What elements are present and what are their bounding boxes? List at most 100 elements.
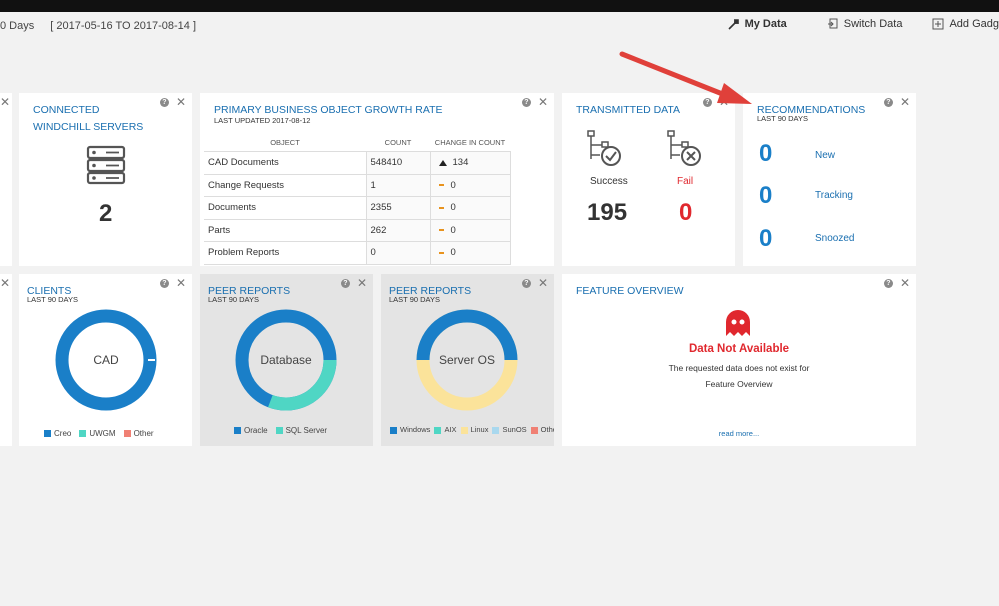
legend-item: Other: [123, 429, 154, 438]
legend-item: Linux: [460, 425, 488, 434]
close-icon[interactable]: ✕: [538, 277, 548, 289]
tracking-count: 0: [759, 182, 773, 209]
card-title: FEATURE OVERVIEW: [576, 285, 684, 297]
fail-icon: [667, 130, 701, 166]
partial-card-left-bottom: ✕: [0, 274, 12, 446]
read-more-link[interactable]: read more...: [562, 429, 916, 438]
close-icon[interactable]: ✕: [357, 277, 367, 289]
fail-label: Fail: [677, 176, 694, 187]
card-subtitle: LAST 90 DAYS: [27, 295, 78, 304]
switch-icon: [827, 18, 838, 29]
growth-table: OBJECT COUNT CHANGE IN COUNT CAD Documen…: [204, 133, 511, 265]
success-count: 195: [587, 199, 628, 226]
transmitted-data-card: TRANSMITTED DATA ? ✕ Success 195 Fail 0: [562, 93, 735, 266]
connected-servers-card: CONNECTED WINDCHILL SERVERS ? ✕ 2: [19, 93, 192, 266]
add-gadget-icon: [932, 18, 944, 30]
success-icon: [587, 130, 621, 166]
add-gadget-button[interactable]: Add Gadg: [932, 16, 999, 32]
help-icon[interactable]: ?: [159, 97, 169, 107]
trend-flat-icon: [438, 206, 444, 209]
table-row: CAD Documents 548410 134: [204, 151, 511, 175]
peer-database-card: PEER REPORTS LAST 90 DAYS ? ✕ Database Or…: [200, 274, 373, 446]
object-cell: Documents: [204, 196, 367, 220]
count-cell: 262: [365, 218, 431, 242]
help-icon[interactable]: ?: [340, 278, 350, 288]
help-icon[interactable]: ?: [702, 97, 712, 107]
count-cell: 1: [365, 173, 431, 197]
tracking-link[interactable]: Tracking: [815, 190, 853, 201]
wrench-icon: [727, 19, 739, 30]
card-title: CONNECTED WINDCHILL SERVERS: [33, 104, 144, 133]
growth-rate-card: PRIMARY BUSINESS OBJECT GROWTH RATE LAST…: [200, 93, 554, 266]
object-cell: Change Requests: [204, 173, 367, 197]
table-row: Parts 262 0: [204, 218, 511, 242]
clients-card: CLIENTS LAST 90 DAYS ? ✕ CAD Creo UWGM Ot…: [19, 274, 192, 446]
trend-flat-icon: [438, 229, 444, 232]
close-icon[interactable]: ✕: [176, 96, 186, 108]
date-range: [ 2017-05-16 TO 2017-08-14 ]: [50, 20, 196, 32]
close-icon[interactable]: ✕: [0, 96, 10, 108]
feature-overview-card: FEATURE OVERVIEW ? ✕ Data Not Available T…: [562, 274, 916, 446]
change-cell: 0: [429, 241, 511, 265]
change-cell: 0: [429, 173, 511, 197]
change-cell: 0: [429, 196, 511, 220]
help-icon[interactable]: ?: [521, 278, 531, 288]
server-count: 2: [99, 200, 113, 227]
clients-donut-chart: CAD: [55, 309, 157, 411]
card-title: TRANSMITTED DATA: [576, 104, 681, 116]
card-subtitle: LAST 90 DAYS: [208, 295, 259, 304]
date-range-header: 0 Days [ 2017-05-16 TO 2017-08-14 ]: [0, 20, 196, 32]
trend-flat-icon: [438, 184, 444, 187]
count-cell: 0: [365, 241, 431, 265]
no-data-text-1: The requested data does not exist for: [668, 363, 810, 373]
recommendations-card: RECOMMENDATIONS LAST 90 DAYS ? ✕ 0 New 0 …: [743, 93, 916, 266]
table-row: Documents 2355 0: [204, 196, 511, 220]
close-icon[interactable]: ✕: [176, 277, 186, 289]
close-icon[interactable]: ✕: [900, 277, 910, 289]
legend-item: UWGM: [79, 429, 116, 438]
column-header: OBJECT: [270, 137, 300, 147]
fail-count: 0: [679, 199, 693, 226]
server-os-donut-chart: Server OS: [416, 309, 518, 411]
days-label: 0 Days: [0, 20, 35, 32]
change-cell: 134: [429, 151, 511, 175]
close-icon[interactable]: ✕: [900, 96, 910, 108]
switch-data-button[interactable]: Switch Data: [827, 16, 902, 32]
toolbar: My Data Switch Data Add Gadg: [727, 16, 999, 32]
my-data-button[interactable]: My Data: [727, 16, 787, 32]
card-subtitle: LAST 90 DAYS: [389, 295, 440, 304]
legend-item: Oracle: [234, 426, 268, 435]
server-rack-icon: [86, 145, 126, 185]
clients-legend: Creo UWGM Other: [44, 429, 154, 438]
close-icon[interactable]: ✕: [719, 96, 729, 108]
no-data-text-2: Feature Overview: [705, 379, 773, 389]
help-icon[interactable]: ?: [883, 278, 893, 288]
card-subtitle: LAST UPDATED 2017-08-12: [214, 116, 311, 125]
legend-item: SQL Server: [275, 426, 327, 435]
legend-item: Creo: [44, 429, 71, 438]
close-icon[interactable]: ✕: [0, 277, 10, 289]
card-subtitle: LAST 90 DAYS: [757, 114, 808, 123]
snoozed-link[interactable]: Snoozed: [815, 233, 854, 244]
donut-center-label: CAD: [93, 353, 119, 367]
column-header: COUNT: [384, 137, 412, 147]
help-icon[interactable]: ?: [159, 278, 169, 288]
count-cell: 548410: [365, 151, 431, 175]
server-os-legend: Windows AIX Linux SunOS Other: [390, 425, 554, 434]
donut-center-label: Server OS: [439, 353, 495, 367]
close-icon[interactable]: ✕: [538, 96, 548, 108]
help-icon[interactable]: ?: [883, 97, 893, 107]
count-cell: 2355: [365, 196, 431, 220]
object-cell: CAD Documents: [204, 151, 367, 175]
snoozed-count: 0: [759, 225, 773, 252]
table-row: Change Requests 1 0: [204, 173, 511, 197]
top-bar: [0, 0, 999, 12]
help-icon[interactable]: ?: [521, 97, 531, 107]
database-legend: Oracle SQL Server: [234, 426, 327, 435]
legend-item: Windows: [390, 425, 430, 434]
success-label: Success: [590, 176, 628, 187]
new-link[interactable]: New: [815, 150, 835, 161]
object-cell: Parts: [204, 218, 367, 242]
ghost-icon: [726, 310, 750, 336]
object-cell: Problem Reports: [204, 241, 367, 265]
